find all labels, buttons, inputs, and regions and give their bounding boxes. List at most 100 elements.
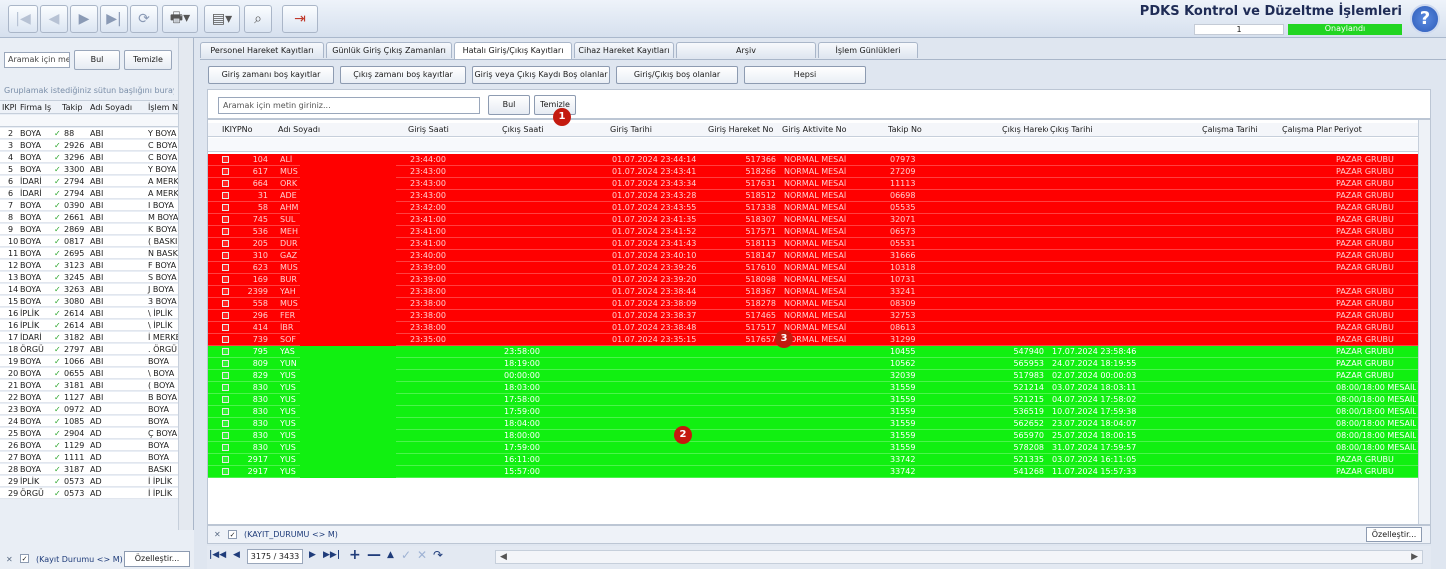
exit-icon[interactable]: ⇥ xyxy=(282,5,318,33)
left-list-item[interactable]: 15 BOYA 3080 ABI 3 BOYA ✓ xyxy=(0,296,178,307)
last-record-icon[interactable]: ▶| xyxy=(100,5,128,33)
last-page-icon[interactable]: ▶▶| xyxy=(323,550,340,560)
tab-islem-gunlukleri[interactable]: İşlem Günlükleri xyxy=(818,42,918,58)
left-list-item[interactable]: 6 İDARİ 2794 ABI A MERKEZ ✓ xyxy=(0,188,178,199)
tab-arsiv[interactable]: Arşiv xyxy=(676,42,816,58)
left-list-item[interactable]: 11 BOYA 2695 ABI N BASKI ✓ xyxy=(0,248,178,259)
left-search-input[interactable]: Aramak için me xyxy=(4,52,70,68)
left-filter-row[interactable] xyxy=(0,115,178,127)
next-record-icon[interactable]: ▶ xyxy=(70,5,98,33)
column-header[interactable]: Giriş Saati xyxy=(408,125,498,134)
scroll-right-icon[interactable]: ▶ xyxy=(1411,552,1418,562)
left-customize-button[interactable]: Özelleştir... xyxy=(124,551,190,567)
col-header[interactable]: IKPl xyxy=(2,103,17,112)
column-header[interactable]: Giriş Tarihi xyxy=(610,125,706,134)
left-list-item[interactable]: 29 İPLİK 0573 AD İ İPLİK ✓ xyxy=(0,476,178,487)
column-header[interactable]: Periyot xyxy=(1334,125,1414,134)
filter-checkbox[interactable]: ✓ xyxy=(20,554,29,563)
column-header[interactable]: IKIYPNo xyxy=(222,125,278,134)
left-list-item[interactable]: 28 BOYA 3187 AD BASKI ✓ xyxy=(0,464,178,475)
left-list-item[interactable]: 7 BOYA 0390 ABI I BOYA ✓ xyxy=(0,200,178,211)
left-find-button[interactable]: Bul xyxy=(74,50,120,70)
print-preview-icon[interactable]: ⌕ xyxy=(244,5,272,33)
find-button[interactable]: Bul xyxy=(488,95,530,115)
left-list-item[interactable]: 12 BOYA 3123 ABI F BOYA ✓ xyxy=(0,260,178,271)
left-list-item[interactable]: 16 İPLİK 2614 ABI \ İPLİK ✓ xyxy=(0,308,178,319)
column-header[interactable]: Çıkış Hareke xyxy=(1002,125,1048,134)
export-icon[interactable]: ▤▾ xyxy=(204,5,240,33)
col-header[interactable]: Adı Soyadı xyxy=(90,103,132,112)
left-list-item[interactable]: 21 BOYA 3181 ABI ( BOYA ✓ xyxy=(0,380,178,391)
column-header[interactable]: Giriş Hareket No xyxy=(708,125,780,134)
prev-page-icon[interactable]: ◀ xyxy=(233,550,240,560)
left-list-item[interactable]: 5 BOYA 3300 ABI Y BOYA ✓ xyxy=(0,164,178,175)
left-list-item[interactable]: 6 İDARİ 2794 ABI A MERKEZ ✓ xyxy=(0,176,178,187)
grid-vertical-scrollbar[interactable] xyxy=(1418,120,1430,524)
grid-filter-row[interactable] xyxy=(208,138,1418,152)
left-list-item[interactable]: 16 İPLİK 2614 ABI \ İPLİK ✓ xyxy=(0,320,178,331)
left-list-item[interactable]: 17İDARİ 3182 ABI İ MERKEZ ✓ xyxy=(0,332,178,343)
table-cell: 58 xyxy=(257,203,268,212)
left-list-item[interactable]: 22 BOYA 1127 ABI B BOYA ✓ xyxy=(0,392,178,403)
left-list-item[interactable]: 4 BOYA 3296 ABI C BOYA ✓ xyxy=(0,152,178,163)
next-page-icon[interactable]: ▶ xyxy=(309,550,316,560)
empty-entry-button[interactable]: Giriş zamanı boş kayıtlar xyxy=(208,66,334,84)
tab-cihaz-hareket[interactable]: Cihaz Hareket Kayıtları xyxy=(574,42,674,58)
column-header[interactable]: Çalışma Tarihi xyxy=(1202,125,1280,134)
prev-record-icon[interactable]: ◀ xyxy=(40,5,68,33)
scroll-left-icon[interactable]: ◀ xyxy=(500,552,507,562)
column-header[interactable]: Çıkış Tarihi xyxy=(1050,125,1200,134)
print-icon[interactable]: 🖶▾ xyxy=(162,5,198,33)
left-list-item[interactable]: 27 BOYA 1111 AD BOYA ✓ xyxy=(0,452,178,463)
record-position[interactable]: 3175 / 3433 xyxy=(247,549,303,564)
left-list-item[interactable]: 14 BOYA 3263 ABI J BOYA ✓ xyxy=(0,284,178,295)
help-icon[interactable]: ? xyxy=(1410,4,1440,34)
left-clear-button[interactable]: Temizle xyxy=(124,50,172,70)
column-header[interactable]: Adı Soyadı xyxy=(278,125,398,134)
empty-exit-button[interactable]: Çıkış zamanı boş kayıtlar xyxy=(340,66,466,84)
left-list-item[interactable]: 19 BOYA 1066 ABI BOYA ✓ xyxy=(0,356,178,367)
left-list-item[interactable]: 25 BOYA 2904 AD Ç BOYA ✓ xyxy=(0,428,178,439)
left-list-item[interactable]: 10 BOYA 0817 ABI ( BASKI ✓ xyxy=(0,236,178,247)
left-list-item[interactable]: 20 BOYA 0655 ABI \ BOYA ✓ xyxy=(0,368,178,379)
left-list-item[interactable]: 2 BOYA 88 ABI Y BOYA ✓ xyxy=(0,128,178,139)
col-header[interactable]: Takip xyxy=(62,103,82,112)
left-list-item[interactable]: 23 BOYA 0972 AD BOYA ✓ xyxy=(0,404,178,415)
first-record-icon[interactable]: |◀ xyxy=(8,5,38,33)
left-list-item[interactable]: 18 ÖRGÜ 2797 ABI . ÖRGÜ ✓ xyxy=(0,344,178,355)
all-records-button[interactable]: Hepsi xyxy=(744,66,866,84)
left-list-item[interactable]: 8 BOYA 2661 ABI M BOYA ✓ xyxy=(0,212,178,223)
column-header[interactable]: Çıkış Saati xyxy=(502,125,608,134)
left-scrollbar[interactable] xyxy=(178,38,193,530)
refresh-records-icon[interactable]: ↷ xyxy=(433,548,443,562)
left-list-item[interactable]: 3 BOYA 2926 ABI C BOYA ✓ xyxy=(0,140,178,151)
column-header[interactable]: Takip No xyxy=(888,125,1000,134)
search-input[interactable]: Aramak için metin giriniz... xyxy=(218,97,480,114)
horizontal-scrollbar[interactable]: ◀ ▶ xyxy=(495,550,1423,564)
close-filter-icon[interactable]: ✕ xyxy=(6,555,13,564)
first-page-icon[interactable]: |◀◀ xyxy=(209,550,226,560)
column-header[interactable]: Giriş Aktivite No xyxy=(782,125,886,134)
filter-checkbox[interactable]: ✓ xyxy=(228,530,237,539)
column-header[interactable]: Çalışma Plan xyxy=(1282,125,1332,134)
edit-record-icon[interactable]: ▲ xyxy=(387,550,394,560)
entry-or-exit-empty-button[interactable]: Giriş veya Çıkış Kaydı Boş olanlar xyxy=(472,66,610,84)
col-header[interactable]: İşlem Nı xyxy=(148,103,178,112)
close-filter-icon[interactable]: ✕ xyxy=(214,530,221,539)
left-list-item[interactable]: 9 BOYA 2869 ABI K BOYA ✓ xyxy=(0,224,178,235)
delete-record-icon[interactable]: — xyxy=(367,547,381,563)
col-header[interactable]: Firma Iş xyxy=(20,103,51,112)
grid-customize-button[interactable]: Özelleştir... xyxy=(1366,527,1422,542)
tab-hatali-kayitlar[interactable]: Hatalı Giriş/Çıkış Kayıtları xyxy=(454,42,572,59)
refresh-icon[interactable]: ⟳ xyxy=(130,5,158,33)
add-record-icon[interactable]: + xyxy=(349,547,361,563)
entry-exit-empty-button[interactable]: Giriş/Çıkış boş olanlar xyxy=(616,66,738,84)
left-list-item[interactable]: 26 BOYA 1129 AD BOYA ✓ xyxy=(0,440,178,451)
left-list-item[interactable]: 24 BOYA 1085 AD BOYA ✓ xyxy=(0,416,178,427)
tab-gunluk-giris-cikis[interactable]: Günlük Giriş Çıkış Zamanları xyxy=(326,42,452,58)
left-list-item[interactable]: 29 ÖRGÜ 0573 AD İ İPLİK ✓ xyxy=(0,488,178,499)
cancel-record-icon[interactable]: ✕ xyxy=(417,548,427,562)
left-list-item[interactable]: 13 BOYA 3245 ABI S BOYA ✓ xyxy=(0,272,178,283)
tab-personel-hareket[interactable]: Personel Hareket Kayıtları xyxy=(200,42,324,58)
save-record-icon[interactable]: ✓ xyxy=(401,548,411,562)
